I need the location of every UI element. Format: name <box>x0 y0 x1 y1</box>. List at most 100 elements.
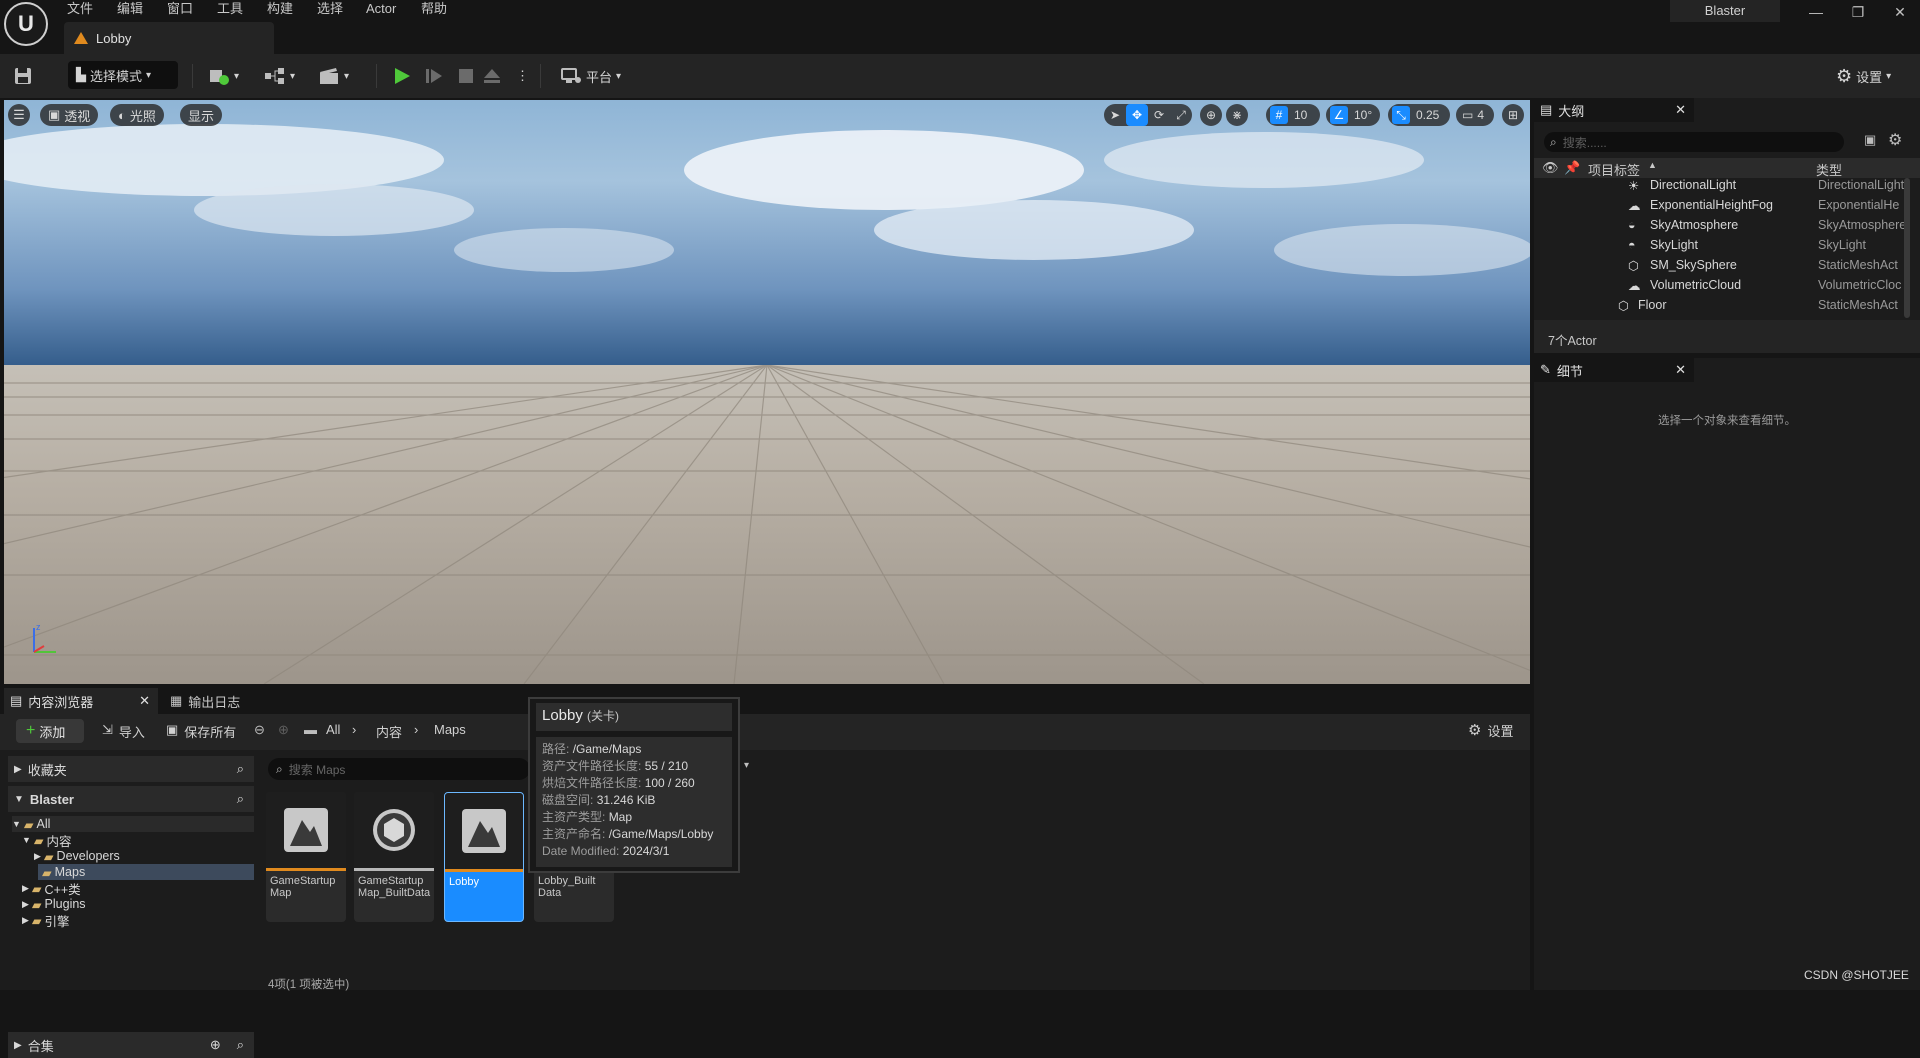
divider <box>376 64 377 88</box>
breadcrumb-maps[interactable]: Maps <box>434 722 466 737</box>
move-tool-icon[interactable]: ✥ <box>1126 104 1148 126</box>
details-tab[interactable]: ✎ 细节 ✕ <box>1534 358 1694 382</box>
platform-button[interactable]: 平台 ▾ <box>560 62 621 90</box>
tree-item-content[interactable]: ▼ ▰ 内容 <box>22 832 72 849</box>
svg-text:z: z <box>36 622 41 632</box>
viewport-menu-icon[interactable]: ☰ <box>8 104 30 126</box>
surface-snap-icon[interactable]: ⋇ <box>1226 104 1248 126</box>
level-viewport[interactable]: ☰ ▣ 透视 ◐ 光照 显示 ➤ ✥ ⟳ ⤢ ⊕ ⋇ # 10 ∠ 10° ⤡ … <box>4 100 1530 684</box>
outliner-scrollbar[interactable] <box>1904 178 1910 318</box>
output-log-tab[interactable]: ▦ 输出日志 <box>170 688 270 714</box>
column-label-header[interactable]: 项目标签 <box>1588 160 1640 179</box>
play-button[interactable] <box>392 62 412 90</box>
camera-speed-button[interactable]: ▭ 4 <box>1456 104 1494 126</box>
more-options-icon[interactable]: ⋮ <box>516 62 529 90</box>
stop-button[interactable] <box>456 62 476 90</box>
outliner-row[interactable]: ⬡ Floor StaticMeshAct <box>1534 298 1904 318</box>
menu-tools[interactable]: 工具 <box>217 0 243 18</box>
rotation-snap-toggle[interactable]: ∠ 10° <box>1326 104 1380 126</box>
asset-tile[interactable]: GameStartup Map_BuiltData <box>354 792 434 922</box>
outliner-row[interactable]: ☁ ExponentialHeightFog ExponentialHe <box>1534 198 1904 218</box>
select-tool-icon[interactable]: ➤ <box>1104 108 1126 122</box>
menu-actor[interactable]: Actor <box>366 0 396 18</box>
forward-icon[interactable]: ⊕ <box>278 722 289 738</box>
asset-tile-selected[interactable]: Lobby <box>444 792 524 922</box>
favorites-section[interactable]: ▶ 收藏夹 ⌕ <box>8 756 254 782</box>
outliner-row[interactable]: ◒ SkyAtmosphere SkyAtmosphere <box>1534 218 1904 238</box>
outliner-row[interactable]: ⬡ SM_SkySphere StaticMeshAct <box>1534 258 1904 278</box>
grid-snap-toggle[interactable]: # 10 <box>1266 104 1320 126</box>
asset-tile[interactable]: GameStartup Map <box>266 792 346 922</box>
menu-file[interactable]: 文件 <box>67 0 93 18</box>
play-icon <box>395 68 410 84</box>
save-all-button[interactable]: ▣ 保存所有 <box>166 722 236 741</box>
step-button[interactable] <box>424 62 444 90</box>
search-icon[interactable]: ⌕ <box>237 791 244 807</box>
cinematics-button[interactable]: ▾ <box>318 62 349 90</box>
close-icon[interactable]: ✕ <box>1675 362 1686 378</box>
restore-icon[interactable]: ❐ <box>1846 2 1870 22</box>
chevron-down-icon[interactable]: ▾ <box>744 760 749 771</box>
lighting-button[interactable]: ◐ 光照 <box>110 104 164 126</box>
mode-select-dropdown[interactable]: ▙ 选择模式 ▾ <box>68 61 178 89</box>
eject-button[interactable] <box>482 62 502 90</box>
menu-build[interactable]: 构建 <box>267 0 293 18</box>
menu-select[interactable]: 选择 <box>317 0 343 18</box>
back-icon[interactable]: ⊖ <box>254 722 265 738</box>
tooltip-type: (关卡) <box>587 709 620 723</box>
scale-snap-toggle[interactable]: ⤡ 0.25 <box>1388 104 1450 126</box>
outliner-row[interactable]: ☁ VolumetricCloud VolumetricCloc <box>1534 278 1904 298</box>
main-toolbar: ▙ 选择模式 ▾ ▾ ▾ ▾ ⋮ 平台 ▾ ⚙ 设置 ▾ <box>0 54 1920 98</box>
outliner-row[interactable]: ☀ DirectionalLight DirectionalLight <box>1534 178 1904 198</box>
minimize-icon[interactable]: — <box>1804 2 1828 22</box>
tree-item-cpp[interactable]: ▶ ▰ C++类 <box>22 880 81 897</box>
project-section[interactable]: ▼ Blaster ⌕ <box>8 786 254 812</box>
outliner-tab[interactable]: ▤ 大纲 ✕ <box>1534 98 1694 122</box>
add-collection-icon[interactable]: ⊕ <box>210 1037 221 1053</box>
menu-edit[interactable]: 编辑 <box>117 0 143 18</box>
search-icon[interactable]: ⌕ <box>237 1037 244 1053</box>
show-button[interactable]: 显示 <box>180 104 223 126</box>
level-tab[interactable]: Lobby <box>64 22 274 54</box>
outliner-row[interactable]: ◓ SkyLight SkyLight <box>1534 238 1904 258</box>
row-type: StaticMeshAct <box>1818 298 1898 312</box>
tooltip-row: 磁盘空间: 31.246 KiB <box>542 792 726 809</box>
add-actor-button[interactable]: ▾ <box>208 62 239 90</box>
visibility-icon[interactable]: 👁 <box>1542 160 1559 176</box>
menu-window[interactable]: 窗口 <box>167 0 193 18</box>
world-space-icon[interactable]: ⊕ <box>1200 104 1222 126</box>
folder-open-icon: ▰ <box>23 817 34 832</box>
gear-icon[interactable]: ⚙ <box>1888 130 1902 150</box>
close-icon[interactable]: ✕ <box>1888 2 1912 22</box>
collections-section[interactable]: ▶ 合集 ⊕ ⌕ <box>8 1032 254 1058</box>
add-folder-icon[interactable]: ▣ <box>1864 132 1876 148</box>
menu-help[interactable]: 帮助 <box>421 0 447 18</box>
maximize-viewport-icon[interactable]: ⊞ <box>1502 104 1524 126</box>
blueprint-button[interactable]: ▾ <box>264 62 295 90</box>
tree-item-developers[interactable]: ▶ ▰ Developers <box>34 848 120 864</box>
scale-tool-icon[interactable]: ⤢ <box>1170 108 1192 123</box>
add-actor-icon <box>210 70 229 85</box>
tree-item-engine[interactable]: ▶ ▰ 引擎 <box>22 912 70 929</box>
pin-icon[interactable]: 📌 <box>1564 160 1580 176</box>
add-button[interactable]: + 添加 <box>16 719 84 743</box>
chevron-right-icon: ▶ <box>14 1039 22 1051</box>
rotate-tool-icon[interactable]: ⟳ <box>1148 108 1170 122</box>
asset-search-input[interactable]: ⌕ 搜索 Maps <box>268 758 530 780</box>
unreal-logo-icon[interactable]: U <box>4 2 48 46</box>
import-button[interactable]: ⇲ 导入 <box>102 722 145 741</box>
close-icon[interactable]: ✕ <box>1675 102 1686 118</box>
settings-button[interactable]: ⚙ 设置 ▾ <box>1836 62 1891 90</box>
content-browser-tab[interactable]: ▤ 内容浏览器 ✕ <box>4 688 158 714</box>
directional-light-icon: ☀ <box>1628 179 1640 193</box>
column-type-header[interactable]: 类型 <box>1816 160 1842 179</box>
breadcrumb-all[interactable]: All <box>326 722 340 737</box>
cb-settings-button[interactable]: ⚙ 设置 <box>1468 721 1513 740</box>
save-icon[interactable] <box>14 62 32 90</box>
search-icon[interactable]: ⌕ <box>237 761 244 777</box>
perspective-button[interactable]: ▣ 透视 <box>40 104 99 126</box>
outliner-search-input[interactable]: ⌕ 搜索...... <box>1544 132 1844 152</box>
breadcrumb-content[interactable]: 内容 <box>376 722 402 741</box>
close-icon[interactable]: ✕ <box>139 693 150 709</box>
tree-label: All <box>36 817 51 831</box>
